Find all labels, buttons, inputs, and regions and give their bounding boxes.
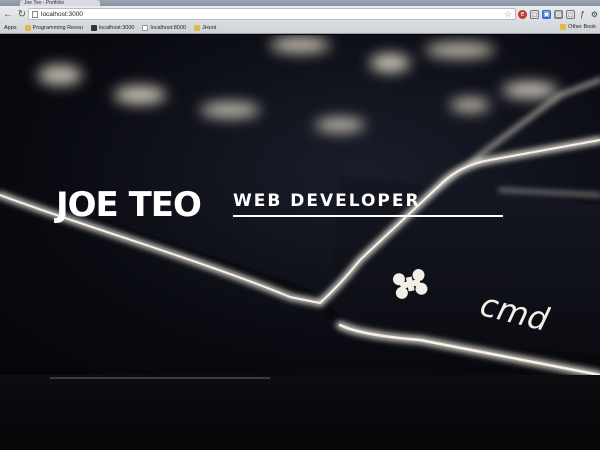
extension-icon[interactable]: ▩ <box>554 9 563 19</box>
bookmark-star-icon[interactable]: ☆ <box>504 9 512 20</box>
url-text: localhost:3000 <box>41 10 83 18</box>
site-icon <box>90 24 97 31</box>
screen-bezel <box>0 375 600 450</box>
gear-icon[interactable]: ⚙ <box>590 10 599 19</box>
other-bookmarks[interactable]: Other Book <box>560 24 596 30</box>
bookmark-apps[interactable]: Apps <box>4 25 17 31</box>
extension-icon[interactable]: □ <box>566 9 575 19</box>
hero-section: JOE TEO WEB DEVELOPER cmd <box>0 35 600 375</box>
site-owner-name: JOE TEO <box>56 185 202 225</box>
address-bar[interactable]: localhost:3000 ☆ <box>28 8 516 20</box>
bookmark-item[interactable]: Programming Resou <box>24 24 83 31</box>
bookmark-label: Programming Resou <box>32 24 83 31</box>
bookmark-item[interactable]: JHunt <box>193 24 217 31</box>
page-icon <box>142 24 149 31</box>
divider <box>50 377 270 379</box>
site-tagline: WEB DEVELOPER <box>233 191 503 217</box>
extensions: e □ ▣ ▩ □ ƒ ⚙ ≡ <box>518 7 600 21</box>
back-icon[interactable]: ← <box>2 8 14 20</box>
reload-icon[interactable]: ↻ <box>16 8 28 20</box>
bookmark-label: JHunt <box>201 24 217 31</box>
page-icon <box>32 10 38 18</box>
extension-icon[interactable]: ▣ <box>542 9 551 19</box>
bookmark-item[interactable]: localhost:3000 <box>90 24 135 31</box>
extension-icon[interactable]: □ <box>530 9 539 19</box>
bookmark-label: localhost:3000 <box>98 24 135 31</box>
folder-icon <box>560 24 567 30</box>
bookmark-label: Apps <box>4 24 17 31</box>
folder-icon <box>24 24 31 31</box>
bookmark-label: localhost:8000 <box>150 24 186 31</box>
browser-toolbar: ← ↻ localhost:3000 ☆ e □ ▣ ▩ □ ƒ ⚙ ≡ <box>0 6 600 22</box>
other-bookmarks-label: Other Book <box>568 24 596 30</box>
bookmark-item[interactable]: localhost:8000 <box>142 24 186 31</box>
extension-icon[interactable]: e <box>518 9 527 19</box>
folder-icon <box>193 24 200 31</box>
function-icon[interactable]: ƒ <box>578 10 587 19</box>
bookmarks-bar: Apps Programming Resou localhost:3000 lo… <box>0 22 600 34</box>
